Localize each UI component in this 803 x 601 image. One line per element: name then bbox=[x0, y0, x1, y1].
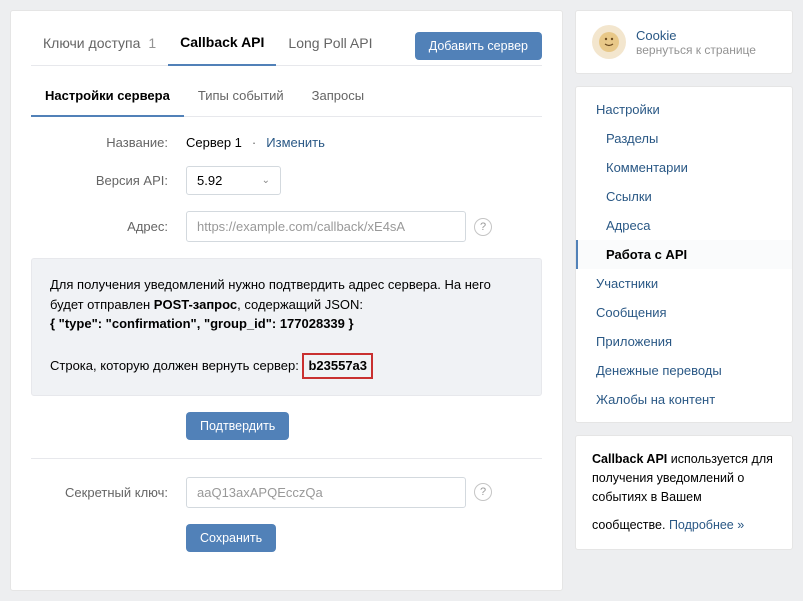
info-line-2: Строка, которую должен вернуть сервер: b… bbox=[50, 353, 523, 379]
api-version-select[interactable]: 5.92 ⌄ bbox=[186, 166, 281, 195]
info-json: { "type": "confirmation", "group_id": 17… bbox=[50, 314, 523, 334]
learn-more-link[interactable]: Подробнее » bbox=[669, 516, 744, 535]
chevron-down-icon: ⌄ bbox=[262, 175, 270, 186]
sidebar: Cookie вернуться к странице Настройки Ра… bbox=[575, 10, 793, 591]
divider bbox=[31, 458, 542, 459]
row-address: Адрес: ? bbox=[31, 211, 542, 242]
nav-addresses[interactable]: Адреса bbox=[576, 211, 792, 240]
top-tabs: Ключи доступа 1 Callback API Long Poll A… bbox=[31, 26, 542, 66]
tab-long-poll-api[interactable]: Long Poll API bbox=[276, 27, 384, 65]
community-name-link[interactable]: Cookie bbox=[636, 28, 756, 43]
subtab-requests[interactable]: Запросы bbox=[298, 78, 378, 116]
secret-label: Секретный ключ: bbox=[31, 485, 186, 500]
add-server-button[interactable]: Добавить сервер bbox=[415, 32, 542, 60]
community-card: Cookie вернуться к странице bbox=[575, 10, 793, 74]
info-line-1: Для получения уведомлений нужно подтверд… bbox=[50, 275, 523, 314]
nav-links[interactable]: Ссылки bbox=[576, 182, 792, 211]
subtab-event-types[interactable]: Типы событий bbox=[184, 78, 298, 116]
nav-menu: Настройки Разделы Комментарии Ссылки Адр… bbox=[575, 86, 793, 423]
info-card-title: Callback API bbox=[592, 452, 667, 466]
server-name-value: Сервер 1 bbox=[186, 135, 242, 150]
confirmation-info-box: Для получения уведомлений нужно подтверд… bbox=[31, 258, 542, 396]
tab-label: Long Poll API bbox=[288, 35, 372, 51]
subtab-server-settings[interactable]: Настройки сервера bbox=[31, 78, 184, 117]
nav-api-work[interactable]: Работа с API bbox=[576, 240, 792, 269]
nav-apps[interactable]: Приложения bbox=[576, 327, 792, 356]
confirm-button[interactable]: Подтвердить bbox=[186, 412, 289, 440]
change-name-link[interactable]: Изменить bbox=[266, 135, 325, 150]
main-panel: Ключи доступа 1 Callback API Long Poll A… bbox=[10, 10, 563, 591]
save-button[interactable]: Сохранить bbox=[186, 524, 276, 552]
sub-tabs: Настройки сервера Типы событий Запросы bbox=[31, 78, 542, 117]
nav-reports[interactable]: Жалобы на контент bbox=[576, 385, 792, 414]
nav-messages[interactable]: Сообщения bbox=[576, 298, 792, 327]
row-secret-key: Секретный ключ: ? bbox=[31, 477, 542, 508]
address-label: Адрес: bbox=[31, 219, 186, 234]
tab-count: 1 bbox=[148, 35, 156, 51]
callback-info-card: Callback API используется для получения … bbox=[575, 435, 793, 550]
tab-callback-api[interactable]: Callback API bbox=[168, 26, 276, 66]
nav-members[interactable]: Участники bbox=[576, 269, 792, 298]
community-avatar bbox=[592, 25, 626, 59]
nav-settings[interactable]: Настройки bbox=[576, 95, 792, 124]
nav-money[interactable]: Денежные переводы bbox=[576, 356, 792, 385]
help-icon[interactable]: ? bbox=[474, 483, 492, 501]
secret-key-input[interactable] bbox=[186, 477, 466, 508]
row-api-version: Версия API: 5.92 ⌄ bbox=[31, 166, 542, 195]
help-icon[interactable]: ? bbox=[474, 218, 492, 236]
api-label: Версия API: bbox=[31, 173, 186, 188]
confirmation-code: b23557a3 bbox=[302, 353, 373, 379]
back-to-page-link[interactable]: вернуться к странице bbox=[636, 43, 756, 57]
nav-sections[interactable]: Разделы bbox=[576, 124, 792, 153]
cookie-icon bbox=[597, 30, 621, 54]
row-name: Название: Сервер 1 · Изменить bbox=[31, 135, 542, 150]
name-label: Название: bbox=[31, 135, 186, 150]
nav-comments[interactable]: Комментарии bbox=[576, 153, 792, 182]
address-input[interactable] bbox=[186, 211, 466, 242]
tab-label: Callback API bbox=[180, 34, 264, 50]
tab-access-keys[interactable]: Ключи доступа 1 bbox=[31, 27, 168, 65]
tab-label: Ключи доступа bbox=[43, 35, 140, 51]
api-version-value: 5.92 bbox=[197, 173, 222, 188]
